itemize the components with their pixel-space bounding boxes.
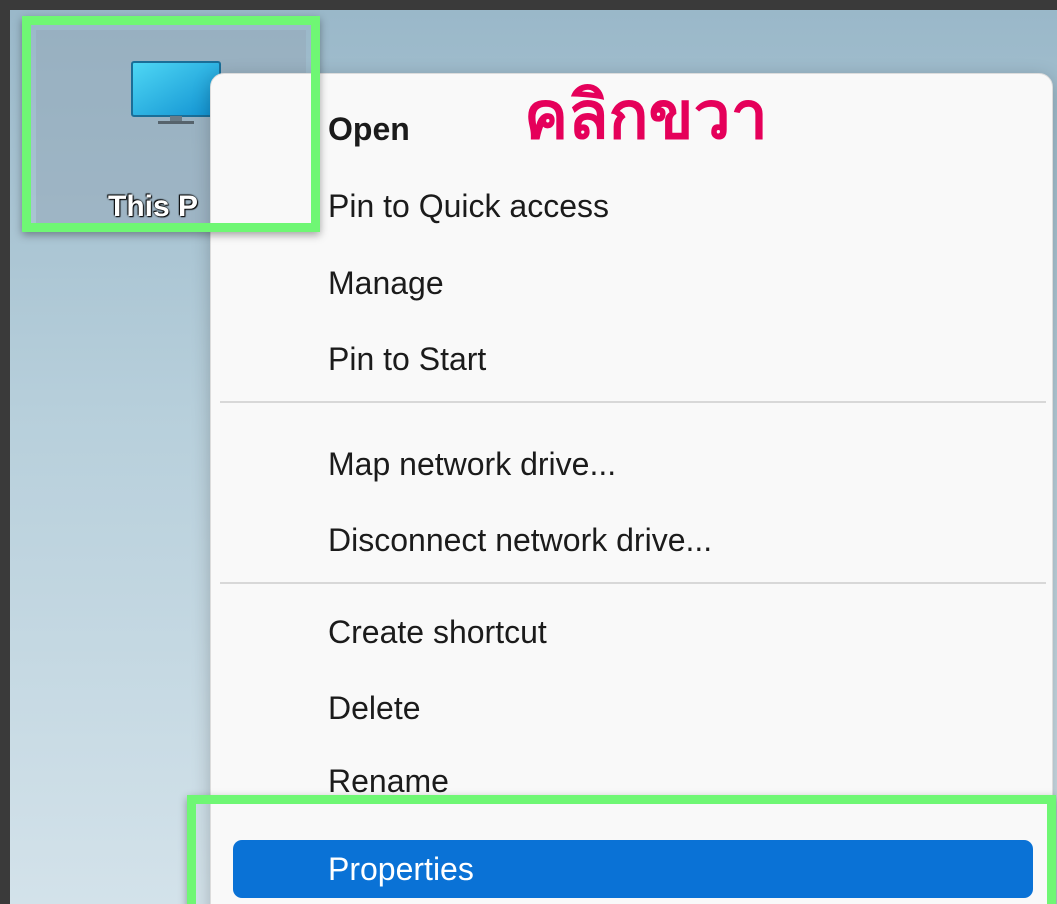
menu-item-map-network-drive[interactable]: Map network drive... [211, 429, 1052, 499]
monitor-icon [131, 61, 221, 124]
menu-item-properties[interactable]: Properties [233, 840, 1033, 898]
menu-item-pin-to-quick-access[interactable]: Pin to Quick access [211, 171, 1052, 241]
menu-item-create-shortcut[interactable]: Create shortcut [211, 597, 1052, 667]
menu-item-delete[interactable]: Delete [211, 673, 1052, 743]
menu-separator [220, 401, 1046, 403]
this-pc-label: This P [108, 190, 199, 223]
menu-separator [220, 582, 1046, 584]
menu-item-manage[interactable]: Manage [211, 248, 1052, 318]
menu-item-pin-to-start[interactable]: Pin to Start [211, 324, 1052, 394]
menu-item-disconnect-network-drive[interactable]: Disconnect network drive... [211, 505, 1052, 575]
desktop: This P Open Pin to Quick access Manage P… [10, 10, 1057, 904]
right-click-caption: คลิกขวา [524, 76, 768, 154]
menu-item-rename[interactable]: Rename [211, 746, 1052, 816]
context-menu: Open Pin to Quick access Manage Pin to S… [210, 73, 1053, 904]
